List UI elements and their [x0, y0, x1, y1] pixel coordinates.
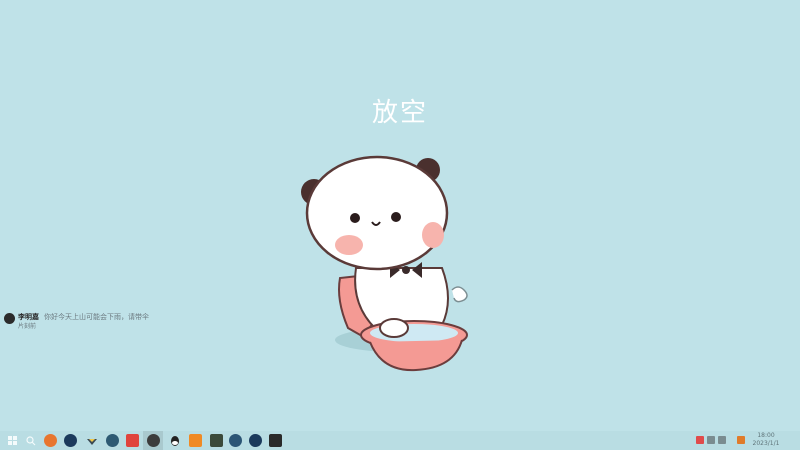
circle-app-icon[interactable] [106, 434, 119, 447]
desktop[interactable]: 放空 李明嘉 你好今天上山可能会下雨，请带伞 片刻前 18:00 2023/1/… [0, 0, 800, 450]
panda-blush-left [335, 235, 363, 255]
active-app-icon[interactable] [147, 434, 160, 447]
blue-circle-app-icon[interactable] [229, 434, 242, 447]
desktop-message-widget[interactable]: 李明嘉 你好今天上山可能会下雨，请带伞 片刻前 [4, 311, 174, 333]
taskbar-clock[interactable]: 18:00 2023/1/1 [748, 432, 784, 448]
steam-client-icon[interactable] [249, 434, 262, 447]
search-icon[interactable] [24, 434, 37, 447]
panda-wallpaper-illustration [301, 155, 468, 372]
terminal-app-icon[interactable] [269, 434, 282, 447]
orange-app-icon[interactable] [189, 434, 202, 447]
panda-head [305, 155, 449, 271]
steam-icon[interactable] [64, 434, 77, 447]
music-app-icon[interactable] [126, 434, 139, 447]
tray-notification-icon[interactable] [737, 436, 745, 444]
widget-timestamp: 片刻前 [18, 323, 37, 330]
qq-icon[interactable] [168, 434, 181, 447]
wallpaper-title: 放空 [371, 98, 428, 128]
clock-time: 18:00 [757, 432, 775, 439]
clapper-app-icon[interactable] [210, 434, 223, 447]
tray-network-icon[interactable] [718, 436, 726, 444]
tray-speaker-icon[interactable] [707, 436, 715, 444]
widget-message: 你好今天上山可能会下雨，请带伞 [44, 313, 149, 321]
tray-app-icon[interactable] [696, 436, 704, 444]
avatar [4, 313, 15, 324]
panda-foot [379, 318, 409, 338]
panda-blush-right [422, 222, 444, 248]
steam-puff [451, 286, 468, 303]
taskbar: 18:00 2023/1/1 [0, 431, 800, 450]
clock-date: 2023/1/1 [752, 440, 780, 447]
firefox-icon[interactable] [44, 434, 57, 447]
windows-start-icon[interactable] [6, 434, 19, 447]
basin-bottom [369, 339, 463, 372]
network-app-icon[interactable] [85, 434, 98, 447]
